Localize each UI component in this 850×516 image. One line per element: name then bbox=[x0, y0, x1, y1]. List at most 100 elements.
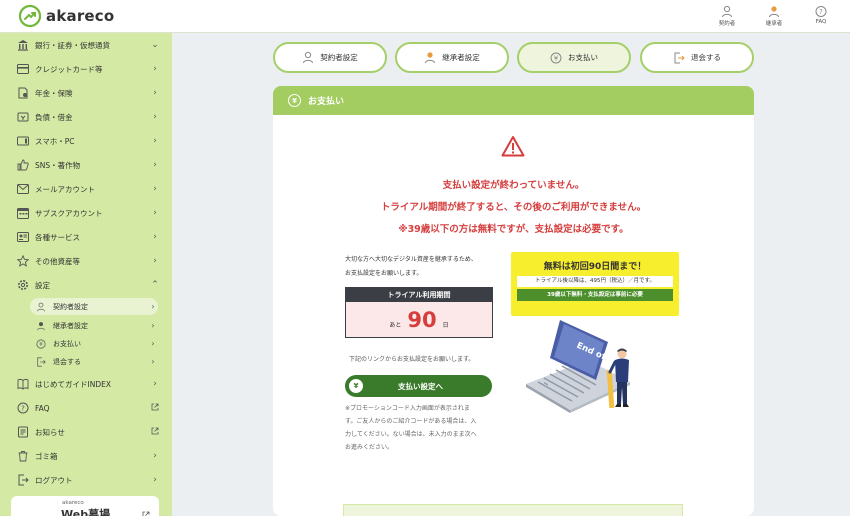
sidebar-subitem-label: お支払い bbox=[53, 339, 81, 348]
external-link-icon bbox=[142, 504, 150, 516]
sidebar-item-smartphone[interactable]: スマホ・PC › bbox=[16, 130, 160, 152]
header-nav-heir[interactable]: 継承者 bbox=[754, 5, 794, 27]
pension-icon bbox=[16, 86, 30, 100]
sidebar-item-other-assets[interactable]: その他資産等 › bbox=[16, 250, 160, 272]
sidebar-item-label: 各種サービス bbox=[35, 232, 80, 242]
sidebar-item-label: その他資産等 bbox=[35, 256, 80, 266]
star-icon bbox=[16, 254, 30, 268]
bank-icon bbox=[16, 38, 30, 52]
yen-icon: ¥ bbox=[288, 94, 301, 107]
sidebar-item-label: SNS・著作物 bbox=[35, 160, 81, 170]
sidebar-item-logout[interactable]: ログアウト › bbox=[16, 469, 160, 491]
chevron-right-icon: › bbox=[153, 379, 157, 389]
svg-text:¥: ¥ bbox=[554, 54, 559, 62]
web-graveyard-banner[interactable]: akareco Web墓場 bbox=[11, 496, 159, 516]
header-nav-contractor[interactable]: 契約者 bbox=[707, 5, 747, 27]
sidebar-subitem-withdraw[interactable]: 退会する › bbox=[30, 353, 158, 370]
chevron-right-icon: › bbox=[151, 357, 155, 366]
tab-heir-settings[interactable]: 継承者設定 bbox=[395, 42, 509, 73]
sidebar-item-label: サブスクアカウント bbox=[35, 208, 103, 218]
chevron-right-icon: › bbox=[153, 88, 157, 98]
header-nav-label: FAQ bbox=[815, 19, 827, 25]
free-trial-promo: 無料は初回90日間まで！ トライアル後以降は、495円（税込）／月です。 39歳… bbox=[511, 252, 679, 316]
link-note: 下記のリンクからお支払設定をお願いします。 bbox=[349, 356, 475, 363]
sidebar-item-label: 銀行・証券・仮想通貨 bbox=[35, 40, 110, 50]
sidebar-item-label: ゴミ箱 bbox=[35, 451, 58, 461]
sidebar-item-settings[interactable]: 設定 ⌃ bbox=[16, 274, 160, 296]
sidebar-item-faq[interactable]: ? FAQ bbox=[16, 397, 160, 419]
sidebar-item-label: 負債・借金 bbox=[35, 112, 73, 122]
svg-text:¥: ¥ bbox=[39, 342, 43, 348]
chevron-down-icon: ⌄ bbox=[151, 40, 159, 50]
sidebar-item-pension[interactable]: 年金・保険 › bbox=[16, 82, 160, 104]
chevron-right-icon: › bbox=[153, 208, 157, 218]
warning-line: 支払い設定が終わっていません。 bbox=[442, 180, 585, 191]
sidebar-item-label: ログアウト bbox=[35, 475, 73, 485]
heir-icon bbox=[425, 52, 436, 64]
help-icon: ? bbox=[815, 6, 827, 17]
sidebar-item-guide[interactable]: はじめてガイドINDEX › bbox=[16, 373, 160, 395]
end-of-trial-illustration: End of trial bbox=[526, 320, 630, 413]
warning-icon bbox=[501, 136, 525, 157]
note-line: 力してください。ない場合は、未入力のまま次へ bbox=[345, 431, 477, 438]
credit-card-icon bbox=[16, 62, 30, 76]
sidebar-item-subscription[interactable]: サブスクアカウント › bbox=[16, 202, 160, 224]
sidebar-item-credit-card[interactable]: クレジットカード等 › bbox=[16, 58, 160, 80]
sidebar-item-debt[interactable]: 負債・借金 › bbox=[16, 106, 160, 128]
sidebar-subitem-contractor-settings[interactable]: 契約者設定 › bbox=[30, 298, 158, 315]
top-header: akareco 契約者 継承者 ? FAQ bbox=[0, 0, 850, 33]
payment-settings-button[interactable]: ¥ 支払い設定へ bbox=[345, 375, 492, 397]
sidebar-item-mail[interactable]: メールアカウント › bbox=[16, 178, 160, 200]
chevron-right-icon: › bbox=[153, 64, 157, 74]
sidebar-item-label: 年金・保険 bbox=[35, 88, 73, 98]
sidebar-item-trash[interactable]: ゴミ箱 › bbox=[16, 445, 160, 467]
header-nav-label: 継承者 bbox=[765, 21, 783, 27]
sidebar-item-news[interactable]: お知らせ bbox=[16, 421, 160, 443]
logout-icon bbox=[35, 356, 47, 368]
sidebar-item-sns[interactable]: SNS・著作物 › bbox=[16, 154, 160, 176]
logout-icon bbox=[674, 52, 685, 63]
yen-icon: ¥ bbox=[349, 379, 363, 393]
calendar-icon bbox=[16, 206, 30, 220]
chevron-right-icon: › bbox=[153, 184, 157, 194]
chevron-right-icon: › bbox=[151, 339, 155, 348]
sidebar-item-label: FAQ bbox=[35, 403, 50, 413]
debt-icon bbox=[16, 110, 30, 124]
chevron-up-icon: ⌃ bbox=[151, 280, 159, 290]
tab-payment[interactable]: ¥ お支払い bbox=[517, 42, 631, 73]
notice-icon bbox=[16, 425, 30, 439]
sidebar-item-services[interactable]: 各種サービス › bbox=[16, 226, 160, 248]
sidebar-item-label: クレジットカード等 bbox=[35, 64, 103, 74]
sidebar-item-label: メールアカウント bbox=[35, 184, 95, 194]
app-logo[interactable]: akareco bbox=[19, 5, 114, 27]
mail-icon bbox=[16, 182, 30, 196]
external-link-icon bbox=[150, 403, 160, 414]
tab-contractor-settings[interactable]: 契約者設定 bbox=[273, 42, 387, 73]
intro-line: お支払設定をお願いします。 bbox=[345, 270, 423, 277]
header-nav-faq[interactable]: ? FAQ bbox=[801, 5, 841, 25]
gear-icon bbox=[16, 278, 30, 292]
promo-age-line: 39歳以下無料・支払設定は事前に必要 bbox=[517, 289, 673, 301]
warning-line: ※39歳以下の方は無料ですが、支払設定は必要です。 bbox=[398, 224, 629, 235]
yen-icon: ¥ bbox=[550, 52, 562, 63]
chevron-right-icon: › bbox=[153, 136, 157, 146]
svg-text:?: ? bbox=[21, 405, 25, 413]
svg-text:?: ? bbox=[819, 8, 823, 16]
sidebar: 銀行・証券・仮想通貨 ⌄ クレジットカード等 › 年金・保険 › 負債・借金 ›… bbox=[0, 33, 172, 516]
chevron-right-icon: › bbox=[153, 256, 157, 266]
sidebar-subitem-label: 退会する bbox=[53, 357, 81, 366]
chevron-right-icon: › bbox=[151, 321, 155, 330]
intro-line: 大切な方へ大切なデジタル資産を継承するため、 bbox=[345, 256, 477, 263]
sidebar-item-bank[interactable]: 銀行・証券・仮想通貨 ⌄ bbox=[16, 34, 160, 56]
tab-withdraw[interactable]: 退会する bbox=[640, 42, 754, 73]
chevron-right-icon: › bbox=[153, 451, 157, 461]
yen-icon: ¥ bbox=[35, 338, 47, 350]
sidebar-subitem-payment[interactable]: ¥ お支払い › bbox=[30, 335, 158, 352]
intro-text: 大切な方へ大切なデジタル資産を継承するため、 お支払設定をお願いします。 bbox=[345, 253, 499, 281]
sidebar-subitem-heir-settings[interactable]: 継承者設定 › bbox=[30, 317, 158, 334]
trial-suffix: 日 bbox=[442, 322, 449, 329]
tab-label: お支払い bbox=[568, 53, 598, 62]
logo-icon bbox=[19, 5, 41, 27]
external-link-icon bbox=[150, 427, 160, 438]
help-icon: ? bbox=[16, 401, 30, 415]
